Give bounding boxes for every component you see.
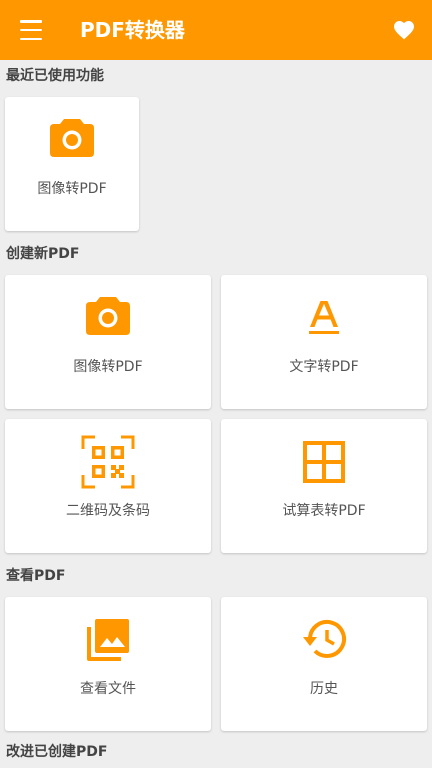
card-label: 试算表转PDF xyxy=(282,503,366,519)
spreadsheet-grid-icon xyxy=(303,441,345,487)
app-bar: PDF转换器 xyxy=(0,0,432,60)
hamburger-menu-icon[interactable] xyxy=(20,20,42,40)
card-label: 二维码及条码 xyxy=(66,503,150,519)
image-to-pdf-card[interactable]: 图像转PDF xyxy=(5,275,211,409)
card-label: 图像转PDF xyxy=(73,359,143,375)
text-format-icon xyxy=(307,297,341,341)
spreadsheet-to-pdf-card[interactable]: 试算表转PDF xyxy=(221,419,427,553)
card-label: 查看文件 xyxy=(80,681,136,697)
app-title: PDF转换器 xyxy=(80,18,185,42)
section-title-improve: 改进已创建PDF xyxy=(6,744,108,760)
heart-icon[interactable] xyxy=(392,18,416,42)
card-label: 文字转PDF xyxy=(289,359,359,375)
qr-barcode-card[interactable]: 二维码及条码 xyxy=(5,419,211,553)
recent-image-to-pdf-card[interactable]: 图像转PDF xyxy=(5,97,139,231)
photo-library-icon xyxy=(85,617,131,667)
camera-icon xyxy=(50,117,94,161)
qr-code-scanner-icon xyxy=(81,435,135,493)
card-label: 图像转PDF xyxy=(37,181,107,197)
section-title-create: 创建新PDF xyxy=(6,246,80,262)
view-files-card[interactable]: 查看文件 xyxy=(5,597,211,731)
history-icon xyxy=(301,619,347,663)
history-card[interactable]: 历史 xyxy=(221,597,427,731)
camera-icon xyxy=(86,295,130,339)
text-to-pdf-card[interactable]: 文字转PDF xyxy=(221,275,427,409)
card-label: 历史 xyxy=(310,681,338,697)
section-title-recent: 最近已使用功能 xyxy=(6,68,104,84)
section-title-view: 查看PDF xyxy=(6,568,66,584)
